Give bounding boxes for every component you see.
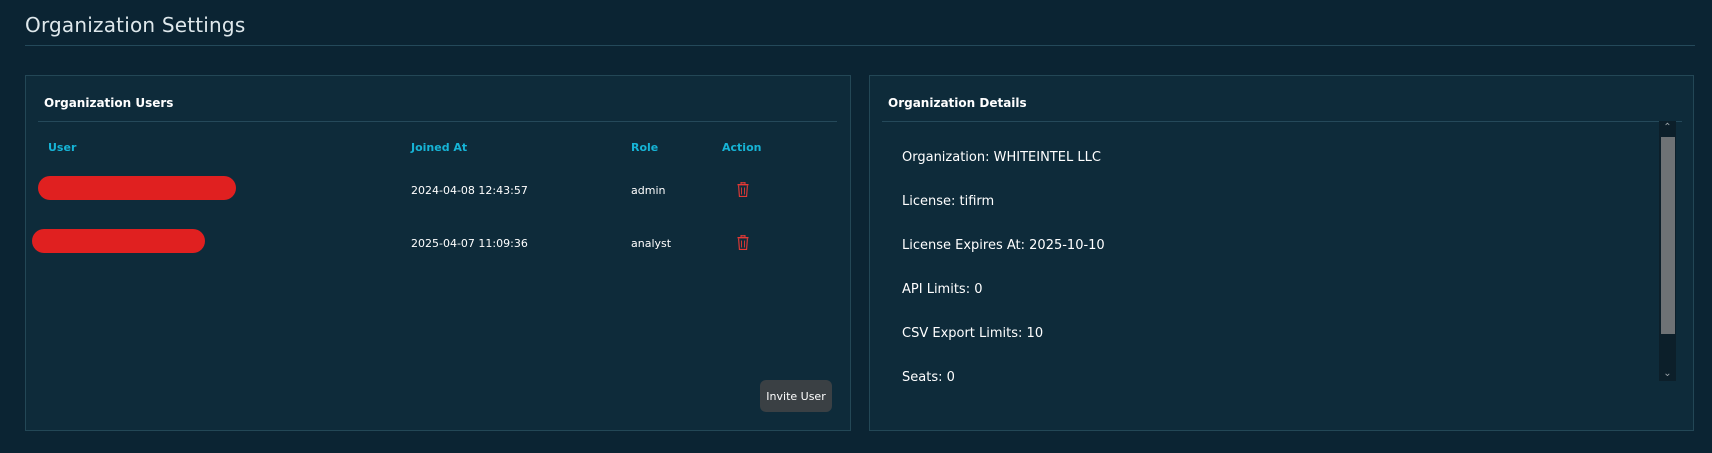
detail-license-expires: License Expires At: 2025-10-10: [902, 238, 1105, 253]
column-header-user[interactable]: User: [48, 141, 76, 154]
users-card-divider: [38, 121, 837, 122]
joined-at-cell: 2025-04-07 11:09:36: [411, 237, 528, 250]
detail-organization: Organization: WHITEINTEL LLC: [902, 150, 1101, 165]
invite-user-button[interactable]: Invite User: [760, 380, 832, 412]
role-cell: admin: [631, 184, 666, 197]
joined-at-cell: 2024-04-08 12:43:57: [411, 184, 528, 197]
scrollbar-thumb[interactable]: [1661, 137, 1675, 334]
details-card-title: Organization Details: [888, 96, 1027, 110]
delete-user-button[interactable]: [735, 233, 751, 251]
redacted-user-name: [32, 229, 205, 253]
title-divider: [25, 45, 1695, 46]
users-card-title: Organization Users: [44, 96, 174, 110]
column-header-joined-at[interactable]: Joined At: [411, 141, 467, 154]
delete-user-button[interactable]: [735, 180, 751, 198]
column-header-action: Action: [722, 141, 762, 154]
organization-users-card: Organization Users User Joined At Role A…: [25, 75, 851, 431]
details-scrollbar[interactable]: ⌃ ⌄: [1659, 121, 1676, 381]
chevron-down-icon[interactable]: ⌄: [1659, 367, 1676, 381]
detail-api-limits: API Limits: 0: [902, 282, 983, 297]
page-title: Organization Settings: [25, 13, 246, 37]
organization-settings-page: Organization Settings Organization Users…: [0, 0, 1712, 453]
detail-license: License: tifirm: [902, 194, 995, 209]
trash-icon: [737, 181, 749, 197]
details-card-divider: [882, 121, 1682, 122]
chevron-up-icon[interactable]: ⌃: [1659, 121, 1676, 135]
redacted-user-name: [38, 176, 236, 200]
detail-seats: Seats: 0: [902, 370, 955, 385]
trash-icon: [737, 234, 749, 250]
column-header-role[interactable]: Role: [631, 141, 658, 154]
detail-csv-export-limits: CSV Export Limits: 10: [902, 326, 1044, 341]
organization-details-card: Organization Details Organization: WHITE…: [869, 75, 1694, 431]
role-cell: analyst: [631, 237, 672, 250]
